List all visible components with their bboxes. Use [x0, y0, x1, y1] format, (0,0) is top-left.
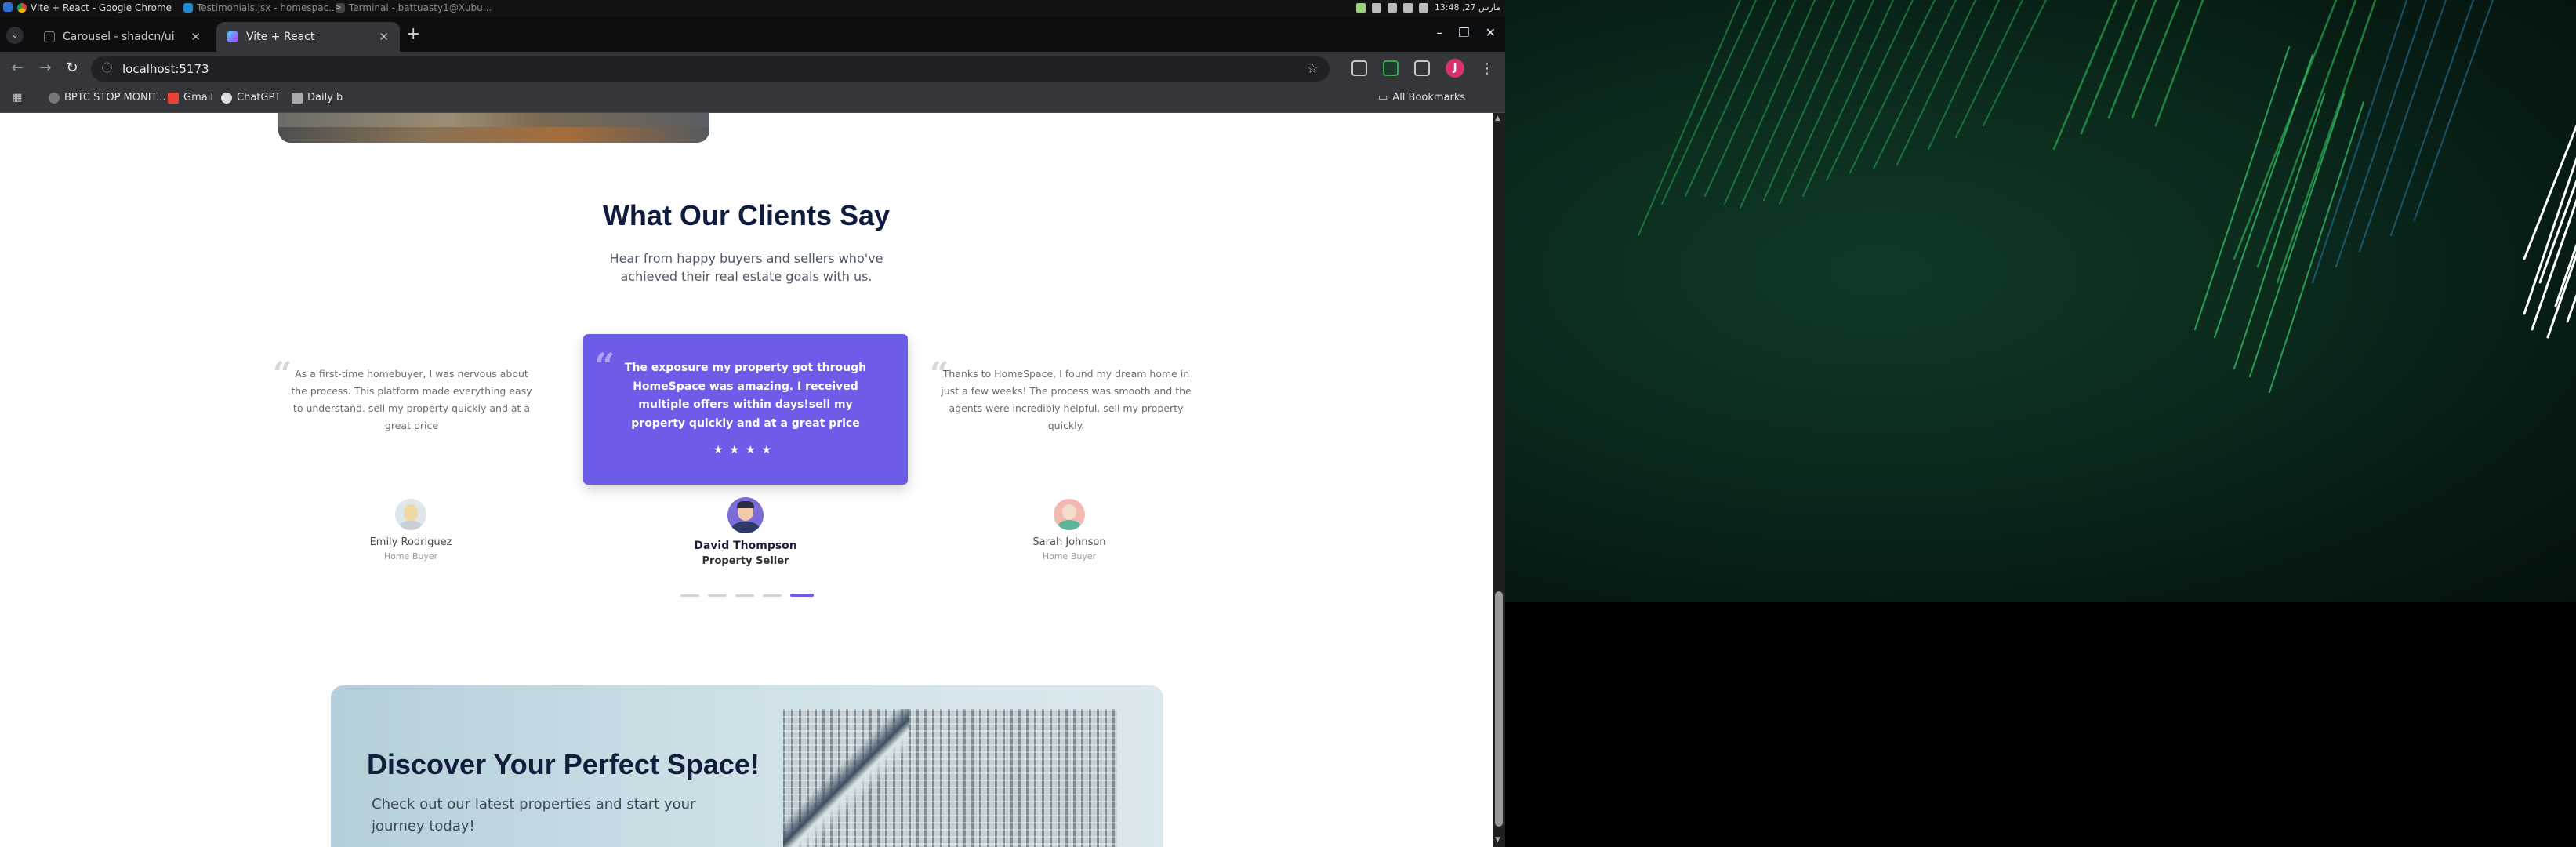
shield-icon[interactable]: [1355, 2, 1366, 13]
back-button[interactable]: ←: [8, 59, 27, 78]
carousel-dot-4[interactable]: [763, 594, 782, 597]
vscode-icon: [183, 3, 193, 13]
bookmark-bptc[interactable]: BPTC STOP MONIT...: [49, 92, 165, 104]
tab-carousel[interactable]: Carousel - shadcn/ui ✕: [33, 22, 212, 52]
scroll-down-icon[interactable]: ▼: [1495, 836, 1500, 844]
testimonials-subtitle: Hear from happy buyers and sellers who'v…: [609, 251, 883, 284]
network-icon[interactable]: [1371, 2, 1381, 13]
globe-icon: [49, 92, 60, 104]
tab-strip: ⌄ Carousel - shadcn/ui ✕ Vite + React ✕ …: [0, 17, 1505, 52]
close-window-icon[interactable]: ✕: [1486, 25, 1496, 40]
quote-icon: “: [594, 345, 615, 387]
volume-icon[interactable]: [1418, 2, 1428, 13]
scrollbar-thumb[interactable]: [1495, 591, 1503, 827]
chrome-icon: [17, 3, 27, 13]
profile-avatar[interactable]: J: [1446, 59, 1464, 78]
side-panel-icon[interactable]: [1351, 60, 1367, 76]
extension-icon[interactable]: [1383, 60, 1399, 76]
desktop-wallpaper: [1505, 0, 2576, 602]
carousel-dot-2[interactable]: [708, 594, 727, 597]
terminal-icon: >: [336, 3, 345, 13]
more-menu-icon[interactable]: ⋮: [1480, 60, 1494, 77]
wallpaper-streaks: [1638, 0, 2576, 393]
window-controls: – ❐ ✕: [1436, 25, 1496, 40]
tab-vite-react[interactable]: Vite + React ✕: [216, 22, 400, 52]
testimonials-title: What Our Clients Say: [602, 199, 891, 231]
rating-stars: ★★★★: [713, 444, 778, 456]
close-icon[interactable]: ✕: [379, 30, 389, 44]
bookmark-gmail[interactable]: Gmail: [168, 92, 213, 104]
folder-icon: ▭: [1378, 92, 1388, 104]
cta-banner: Discover Your Perfect Space! Check out o…: [331, 685, 1163, 847]
vite-icon: [227, 31, 238, 42]
bookmark-star-icon[interactable]: ☆: [1307, 56, 1319, 82]
carousel-pagination: [680, 594, 814, 597]
apps-grid-icon[interactable]: ▦: [13, 92, 22, 104]
battery-icon[interactable]: [1402, 2, 1413, 13]
web-page: What Our Clients Say Hear from happy buy…: [0, 113, 1493, 847]
carousel-dot-3[interactable]: [735, 594, 754, 597]
shadcn-icon: [44, 31, 55, 42]
puzzle-icon[interactable]: [1414, 60, 1430, 76]
address-bar[interactable]: ⓘ localhost:5173 ☆: [91, 56, 1330, 82]
tab-search-button[interactable]: ⌄: [6, 27, 24, 44]
avatar: [395, 499, 426, 530]
toolbar-extensions: J ⋮: [1351, 59, 1494, 78]
testimonial-card-active[interactable]: “ The exposure my property got through H…: [583, 334, 908, 485]
clock[interactable]: 13:48 ,مارس 27: [1435, 2, 1500, 13]
bookmarks-bar: ▦ BPTC STOP MONIT... Gmail ChatGPT Daily…: [0, 85, 1505, 113]
avatar: [1054, 499, 1085, 530]
system-panel: Vite + React - Google Chrome Testimonial…: [0, 0, 1505, 17]
close-icon[interactable]: ✕: [190, 30, 201, 44]
testimonial-left[interactable]: As a first-time homebuyer, I was nervous…: [286, 365, 537, 434]
page-scrollbar[interactable]: ▲ ▼: [1493, 113, 1505, 847]
screen: Vite + React - Google Chrome Testimonial…: [0, 0, 2576, 847]
site-info-icon[interactable]: ⓘ: [102, 56, 112, 82]
minimize-icon[interactable]: –: [1436, 25, 1442, 40]
new-tab-button[interactable]: +: [406, 26, 420, 43]
chatgpt-icon: [221, 92, 232, 104]
restore-icon[interactable]: ❐: [1458, 25, 1469, 40]
building-image: [783, 709, 1117, 847]
forward-button[interactable]: →: [36, 59, 55, 78]
taskbar-app-chrome[interactable]: Vite + React - Google Chrome: [17, 2, 172, 13]
carousel-dot-1[interactable]: [680, 594, 699, 597]
daily-icon: [292, 92, 303, 104]
browser-toolbar: ← → ↻ ⓘ localhost:5173 ☆ J ⋮: [0, 52, 1505, 85]
whisker-menu-icon[interactable]: [3, 2, 13, 12]
banner-title: Discover Your Perfect Space!: [367, 748, 760, 780]
taskbar-app-vscode[interactable]: Testimonials.jsx - homespac...: [183, 2, 338, 13]
bell-icon[interactable]: [1387, 2, 1397, 13]
person-david[interactable]: David Thompson Property Seller: [667, 497, 824, 567]
bookmark-chatgpt[interactable]: ChatGPT: [221, 92, 281, 104]
person-emily[interactable]: Emily Rodriguez Home Buyer: [332, 499, 489, 562]
person-sarah[interactable]: Sarah Johnson Home Buyer: [991, 499, 1148, 562]
banner-text: Check out our latest properties and star…: [372, 796, 696, 834]
system-tray: 13:48 ,مارس 27: [1355, 2, 1500, 13]
all-bookmarks[interactable]: ▭ All Bookmarks: [1378, 92, 1465, 104]
avatar: [727, 497, 764, 533]
browser-window: ⌄ Carousel - shadcn/ui ✕ Vite + React ✕ …: [0, 17, 1505, 113]
carousel-dot-5[interactable]: [790, 594, 814, 597]
taskbar-app-terminal[interactable]: > Terminal - battuasty1@Xubu...: [336, 2, 492, 13]
bookmark-daily[interactable]: Daily b: [292, 92, 343, 104]
desktop-empty-area: [1505, 602, 2576, 847]
gmail-icon: [168, 92, 179, 104]
testimonial-right[interactable]: Thanks to HomeSpace, I found my dream ho…: [941, 365, 1192, 434]
property-image: [278, 113, 709, 143]
scroll-up-icon[interactable]: ▲: [1495, 115, 1500, 122]
testimonial-center: The exposure my property got through Hom…: [624, 362, 867, 430]
reload-button[interactable]: ↻: [63, 59, 82, 78]
